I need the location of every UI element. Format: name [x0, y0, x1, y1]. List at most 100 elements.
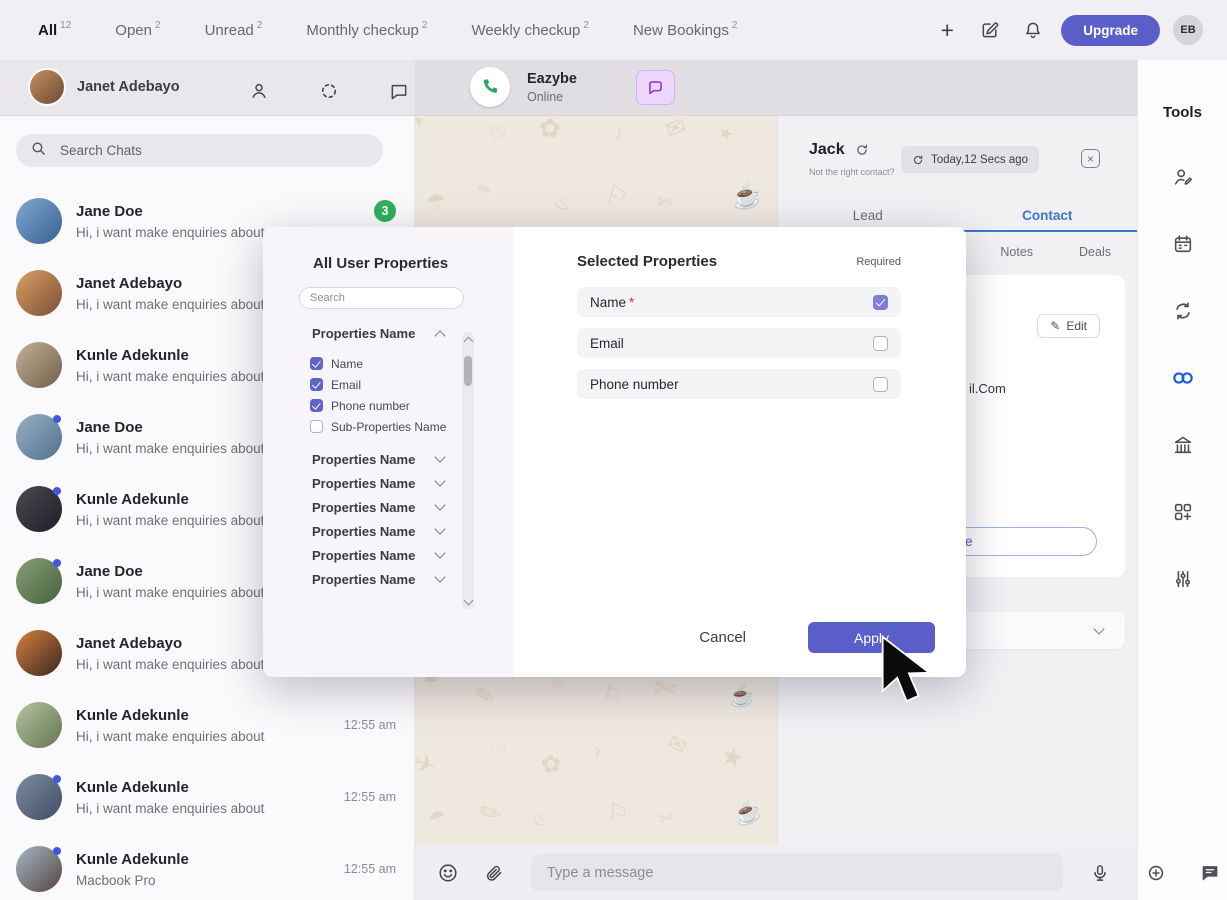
- chat-list-item[interactable]: Kunle AdekunleHi, i want make enquiries …: [0, 761, 414, 833]
- property-checkbox[interactable]: [310, 378, 323, 391]
- sync-icon: [912, 154, 924, 166]
- edit-contact-button[interactable]: ✎ Edit: [1037, 314, 1100, 338]
- property-option[interactable]: Email: [310, 374, 513, 395]
- quick-chat-icon[interactable]: [1196, 859, 1224, 887]
- search-chats[interactable]: [16, 134, 383, 167]
- property-group-collapsed[interactable]: Properties Name: [312, 543, 444, 567]
- upgrade-button[interactable]: Upgrade: [1061, 15, 1160, 46]
- wallpaper-doodle: ☂: [425, 805, 450, 834]
- wallpaper-doodle: ✈: [415, 746, 440, 783]
- refresh-contact-icon[interactable]: [854, 142, 870, 158]
- inbox-tab-all[interactable]: All12: [38, 22, 71, 39]
- microphone-icon[interactable]: [1085, 858, 1115, 888]
- scan-add-icon[interactable]: [1142, 859, 1170, 887]
- messages-icon[interactable]: [384, 76, 414, 106]
- sync-icon[interactable]: [1169, 297, 1197, 325]
- inbox-tab-open[interactable]: Open2: [115, 22, 160, 39]
- tools-rail: Tools: [1137, 60, 1227, 900]
- scroll-down-icon[interactable]: [463, 596, 473, 606]
- close-panel-icon[interactable]: ×: [1081, 149, 1100, 168]
- message-input[interactable]: [531, 854, 1063, 891]
- search-chats-input[interactable]: [58, 142, 369, 159]
- property-checkbox[interactable]: [310, 399, 323, 412]
- scroll-up-icon[interactable]: [463, 337, 473, 347]
- wallpaper-doodle: ✿: [540, 749, 563, 780]
- wallpaper-doodle: ⚐: [602, 179, 632, 215]
- emoji-icon[interactable]: [433, 858, 463, 888]
- property-group-expanded[interactable]: Properties Name: [312, 326, 444, 341]
- wallpaper-doodle: ♪: [612, 122, 625, 145]
- all-properties-pane: All User Properties Properties Name Name…: [263, 227, 513, 677]
- contact-panel-tab-contact[interactable]: Contact: [958, 200, 1138, 231]
- wallpaper-doodle: ★: [716, 739, 747, 775]
- required-checkbox[interactable]: [873, 377, 888, 392]
- inbox-tab-new-bookings[interactable]: New Bookings2: [633, 22, 737, 39]
- compose-icon[interactable]: [975, 15, 1005, 45]
- chat-name: Jane Doe: [76, 203, 334, 220]
- chat-time: 12:55 am: [344, 862, 396, 876]
- contact-subtab-deals[interactable]: Deals: [1079, 245, 1111, 259]
- tab-count-badge: 12: [60, 20, 71, 31]
- wallpaper-doodle: ✎: [474, 795, 508, 833]
- inbox-tab-monthly-checkup[interactable]: Monthly checkup2: [306, 22, 427, 39]
- filters-icon[interactable]: [1169, 565, 1197, 593]
- chat-avatar: [16, 414, 62, 460]
- contact-logo-icon: [470, 67, 510, 107]
- contact-email-fragment: il.Com: [969, 381, 1006, 396]
- link-integration-icon[interactable]: [1169, 364, 1197, 392]
- property-option[interactable]: Sub-Properties Name: [310, 416, 513, 437]
- inbox-tab-weekly-checkup[interactable]: Weekly checkup2: [471, 22, 589, 39]
- tools-bottom-icons: [1138, 859, 1227, 887]
- profile-icon[interactable]: [244, 76, 274, 106]
- property-option[interactable]: Name: [310, 353, 513, 374]
- unread-dot: [53, 487, 61, 495]
- apply-button[interactable]: Apply: [808, 622, 935, 653]
- properties-scrollbar[interactable]: [462, 332, 474, 610]
- contact-subtab-notes[interactable]: Notes: [1000, 245, 1033, 259]
- required-column-label: Required: [856, 256, 901, 268]
- user-avatar[interactable]: EB: [1173, 15, 1203, 45]
- sync-status-icon[interactable]: [314, 76, 344, 106]
- chat-time: 12:55 am: [344, 718, 396, 732]
- required-checkbox[interactable]: [873, 336, 888, 351]
- not-right-contact-link[interactable]: Not the right contact?: [809, 167, 895, 177]
- property-group-collapsed[interactable]: Properties Name: [312, 567, 444, 591]
- required-checkbox[interactable]: [873, 295, 888, 310]
- label-chat-button[interactable]: [636, 70, 675, 105]
- top-navigation-bar: All12 Open2 Unread2 Monthly checkup2 Weekly …: [0, 0, 1227, 60]
- organization-icon[interactable]: [1169, 431, 1197, 459]
- scrollbar-thumb[interactable]: [464, 356, 472, 386]
- property-options: NameEmailPhone numberSub-Properties Name: [310, 353, 513, 437]
- user-properties-modal: All User Properties Properties Name Name…: [263, 227, 966, 677]
- last-sync-badge[interactable]: Today,12 Secs ago: [901, 146, 1039, 173]
- chat-avatar: [16, 342, 62, 388]
- chat-list-item[interactable]: Kunle AdekunleHi, i want make enquiries …: [0, 689, 414, 761]
- notifications-bell-icon[interactable]: [1018, 15, 1048, 45]
- inbox-tab-unread[interactable]: Unread2: [205, 22, 263, 39]
- app-root: All12 Open2 Unread2 Monthly checkup2 Weekly …: [0, 0, 1227, 900]
- tools-title: Tools: [1138, 104, 1227, 121]
- contact-edit-icon[interactable]: [1169, 163, 1197, 191]
- add-tab-button[interactable]: +: [932, 15, 962, 45]
- attachment-icon[interactable]: [479, 858, 509, 888]
- property-group-collapsed[interactable]: Properties Name: [312, 447, 444, 471]
- apps-grid-icon[interactable]: [1169, 498, 1197, 526]
- property-checkbox[interactable]: [310, 357, 323, 370]
- chat-avatar: [16, 774, 62, 820]
- current-user-avatar[interactable]: [28, 68, 66, 106]
- chevron-down-icon: [434, 451, 445, 462]
- properties-search-input[interactable]: [299, 287, 464, 309]
- property-group-collapsed[interactable]: Properties Name: [312, 495, 444, 519]
- cancel-button[interactable]: Cancel: [699, 629, 746, 646]
- chat-list-item[interactable]: Kunle AdekunleMacbook Pro12:55 am: [0, 833, 414, 900]
- wallpaper-doodle: ✉: [663, 729, 691, 761]
- property-group-collapsed[interactable]: Properties Name: [312, 471, 444, 495]
- property-checkbox[interactable]: [310, 420, 323, 433]
- property-group-collapsed[interactable]: Properties Name: [312, 519, 444, 543]
- property-option[interactable]: Phone number: [310, 395, 513, 416]
- tab-count-badge: 2: [732, 20, 738, 31]
- chevron-down-icon: [434, 523, 445, 534]
- wallpaper-doodle: ☕: [730, 796, 765, 830]
- wallpaper-doodle: ✉: [661, 115, 691, 146]
- calendar-icon[interactable]: [1169, 230, 1197, 258]
